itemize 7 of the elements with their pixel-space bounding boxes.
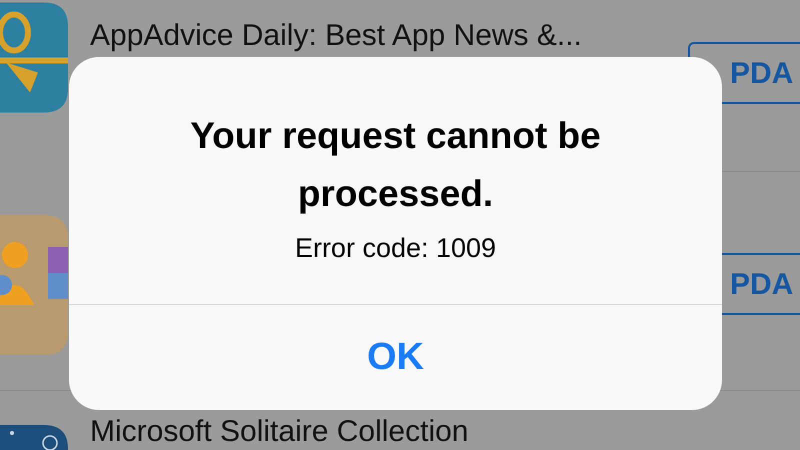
app-name: Microsoft Solitaire Collection (90, 414, 468, 450)
ok-button[interactable]: OK (69, 305, 722, 410)
alert-title: Your request cannot be processed. (189, 114, 602, 216)
alert-message: Error code: 1009 (294, 232, 496, 265)
people-icon (0, 215, 68, 355)
app-name: AppAdvice Daily: Best App News &... (90, 18, 582, 54)
gift-icon (0, 0, 68, 115)
